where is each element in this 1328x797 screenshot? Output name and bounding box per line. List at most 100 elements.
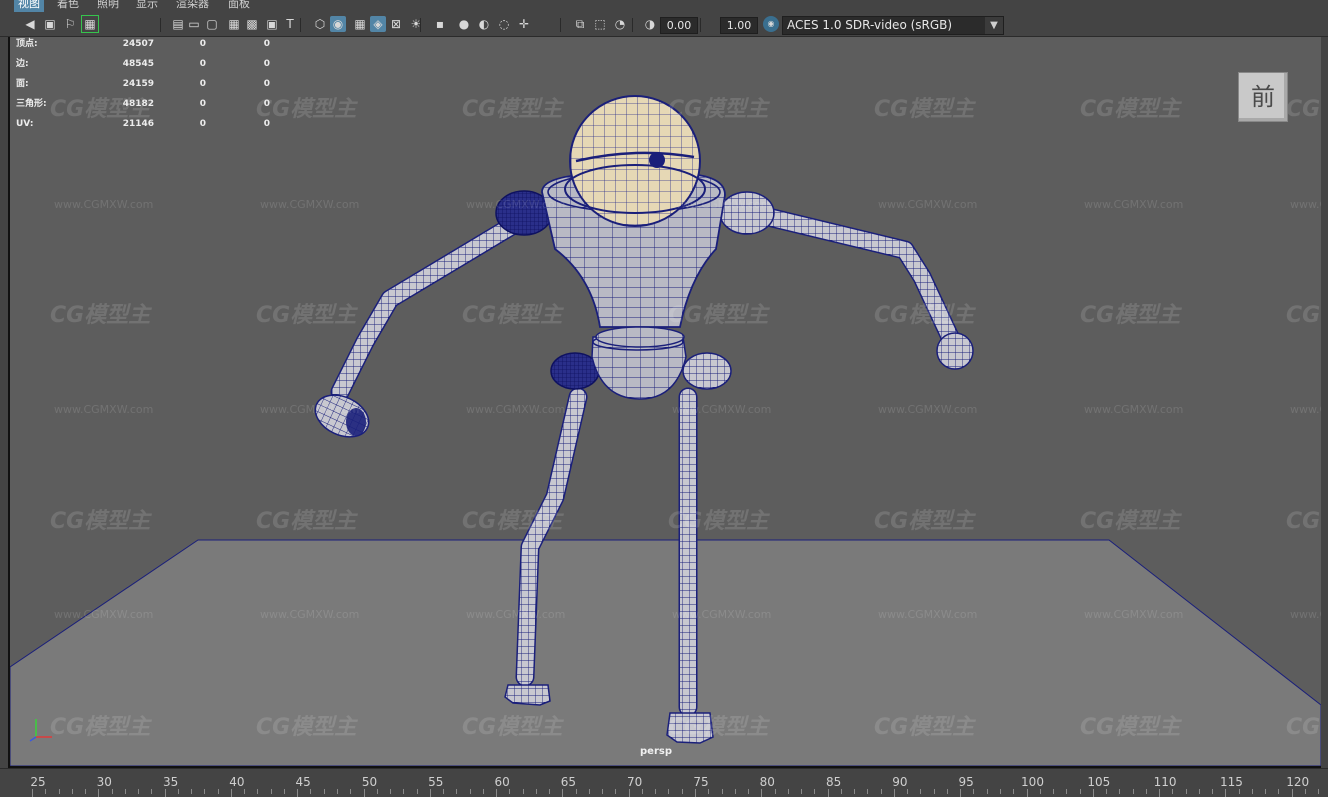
color-space-dropdown[interactable]: ACES 1.0 SDR-video (sRGB) ▼	[782, 16, 1004, 35]
menu-item[interactable]: 面板	[224, 0, 254, 12]
gamma-icon[interactable]: ◑	[642, 16, 658, 32]
hud-stat-value: 0	[199, 39, 206, 49]
timeline-tick-label: 110	[1153, 775, 1177, 789]
view-cube[interactable]: 前	[1238, 72, 1288, 122]
camera-attributes-icon[interactable]: ▣	[42, 16, 58, 32]
ambient-occlusion-icon[interactable]: ●	[456, 16, 472, 32]
bookmark-icon[interactable]: ⚐	[62, 16, 78, 32]
timeline-tick	[456, 789, 458, 794]
timeline-tick	[933, 789, 935, 794]
watermark-logo: CG模型主	[50, 509, 151, 534]
safe-title-icon[interactable]: T	[282, 16, 298, 32]
scene-render	[10, 95, 1321, 766]
timeline-tick	[1079, 789, 1081, 794]
timeline-tick	[1291, 789, 1293, 797]
frame-selected-icon[interactable]: ⬚	[592, 16, 608, 32]
color-management-icon[interactable]: ◉	[763, 16, 779, 32]
watermark-logo: CG模型主	[256, 509, 357, 534]
watermark-logo: CG模型主	[668, 97, 769, 122]
textured-icon[interactable]: ▦	[352, 16, 368, 32]
timeline-tick	[151, 789, 153, 794]
image-plane-icon[interactable]: ▦	[81, 15, 99, 33]
shaded-wireframe-icon[interactable]: ◈	[370, 16, 386, 32]
watermark-url: www.CGMXW.com	[1290, 198, 1321, 211]
field-chart-icon[interactable]: ▣	[264, 16, 280, 32]
wireframe-icon[interactable]: ⬡	[312, 16, 328, 32]
menu-item[interactable]: 显示	[132, 0, 162, 12]
watermark-logo: CG模型主	[1080, 303, 1181, 328]
timeline-tick-label: 65	[560, 775, 577, 789]
menu-item[interactable]: 着色	[53, 0, 83, 12]
timeline-tick-label: 45	[295, 775, 311, 789]
watermark-logo: CG模型主	[874, 303, 975, 328]
grid-icon[interactable]: ▤	[170, 16, 186, 32]
xray-icon[interactable]: ⊠	[388, 16, 404, 32]
timeline-tick	[655, 789, 657, 794]
timeline-tick	[124, 789, 126, 794]
watermark-url: www.CGMXW.com	[1084, 403, 1184, 416]
timeline-tick	[1092, 789, 1094, 797]
timeline-tick-label: 80	[759, 775, 775, 789]
watermark-logo: CG模型主	[1286, 715, 1321, 740]
timeline-tick	[32, 789, 33, 797]
watermark-url: www.CGMXW.com	[260, 608, 360, 621]
timeline-tick	[1132, 789, 1134, 794]
timeline-tick	[787, 789, 789, 794]
timeline-tick	[1172, 789, 1174, 794]
timeline-tick	[310, 789, 312, 794]
hud-stat-value: 0	[263, 59, 270, 69]
timeline-tick	[297, 789, 299, 797]
watermark-logo: CG模型主	[1080, 715, 1181, 740]
timeline-tick	[946, 789, 948, 794]
smooth-shade-icon[interactable]: ◉	[330, 16, 346, 32]
timeline-tick	[1265, 789, 1267, 794]
watermark-url: www.CGMXW.com	[878, 608, 978, 621]
resolution-gate-icon[interactable]: ▢	[204, 16, 220, 32]
time-slider[interactable]: 25 30 35 40 45 50 55 60 65 70 75 80 85 90 95 100 105 110 1…	[0, 768, 1328, 797]
timeline-tick	[58, 789, 60, 794]
gate-mask-icon[interactable]: ▩	[244, 16, 260, 32]
menu-item[interactable]: 视图	[14, 0, 44, 12]
hud-stat-label: 面:	[16, 79, 29, 89]
watermark-logo: CG模型主	[668, 715, 769, 740]
menu-item[interactable]: 照明	[93, 0, 123, 12]
motion-blur-icon[interactable]: ◐	[476, 16, 492, 32]
watermark-url: www.CGMXW.com	[672, 403, 772, 416]
chevron-down-icon: ▼	[985, 17, 1003, 34]
camera-icon[interactable]: ◀	[22, 16, 38, 32]
watermark-url: www.CGMXW.com	[54, 403, 154, 416]
shadows-icon[interactable]: ▪	[432, 16, 448, 32]
lights-icon[interactable]: ☀	[408, 16, 424, 32]
frame-all-icon[interactable]: ⧉	[572, 16, 588, 32]
hud-stat-value: 0	[263, 79, 270, 89]
timeline-tick-label: 55	[428, 775, 444, 789]
hud-stat-value: 0	[199, 59, 206, 69]
exposure-icon[interactable]: ◔	[612, 16, 628, 32]
watermark-logo: CG模型主	[1286, 97, 1321, 122]
hud-stat-value: 0	[263, 99, 270, 109]
hud-stat-value: 48182	[122, 99, 154, 109]
timeline-tick-label: 90	[892, 775, 908, 789]
left-foot	[504, 684, 551, 706]
timeline-tick	[602, 789, 604, 794]
timeline-tick-label: 100	[1021, 775, 1044, 789]
menu-item[interactable]: 渲染器	[172, 0, 213, 12]
exposure-field[interactable]: 0.00	[660, 17, 698, 34]
timeline-tick	[443, 789, 445, 794]
watermark-url: www.CGMXW.com	[672, 198, 772, 211]
watermark-logo: CG模型主	[462, 97, 563, 122]
safe-action-icon[interactable]: ▦	[226, 16, 242, 32]
3d-viewport[interactable]: CG模型主 CG模型主 CG模型主 CG模型主 CG模型主 CG模型主 CG模型主 CG模型主…	[10, 37, 1321, 766]
film-gate-icon[interactable]: ▭	[186, 16, 202, 32]
timeline-tick	[814, 789, 816, 794]
timeline-tick	[230, 789, 232, 797]
toolbar-separator	[560, 18, 561, 32]
gamma-field[interactable]: 1.00	[720, 17, 758, 34]
isolate-select-icon[interactable]: ◌	[496, 16, 512, 32]
timeline-tick	[496, 789, 498, 797]
xray-joints-icon[interactable]: ✛	[516, 16, 532, 32]
hud-stat-value: 0	[263, 119, 270, 129]
watermark-logo: CG模型主	[50, 303, 151, 328]
timeline-tick	[748, 789, 750, 794]
timeline-tick	[986, 789, 988, 794]
